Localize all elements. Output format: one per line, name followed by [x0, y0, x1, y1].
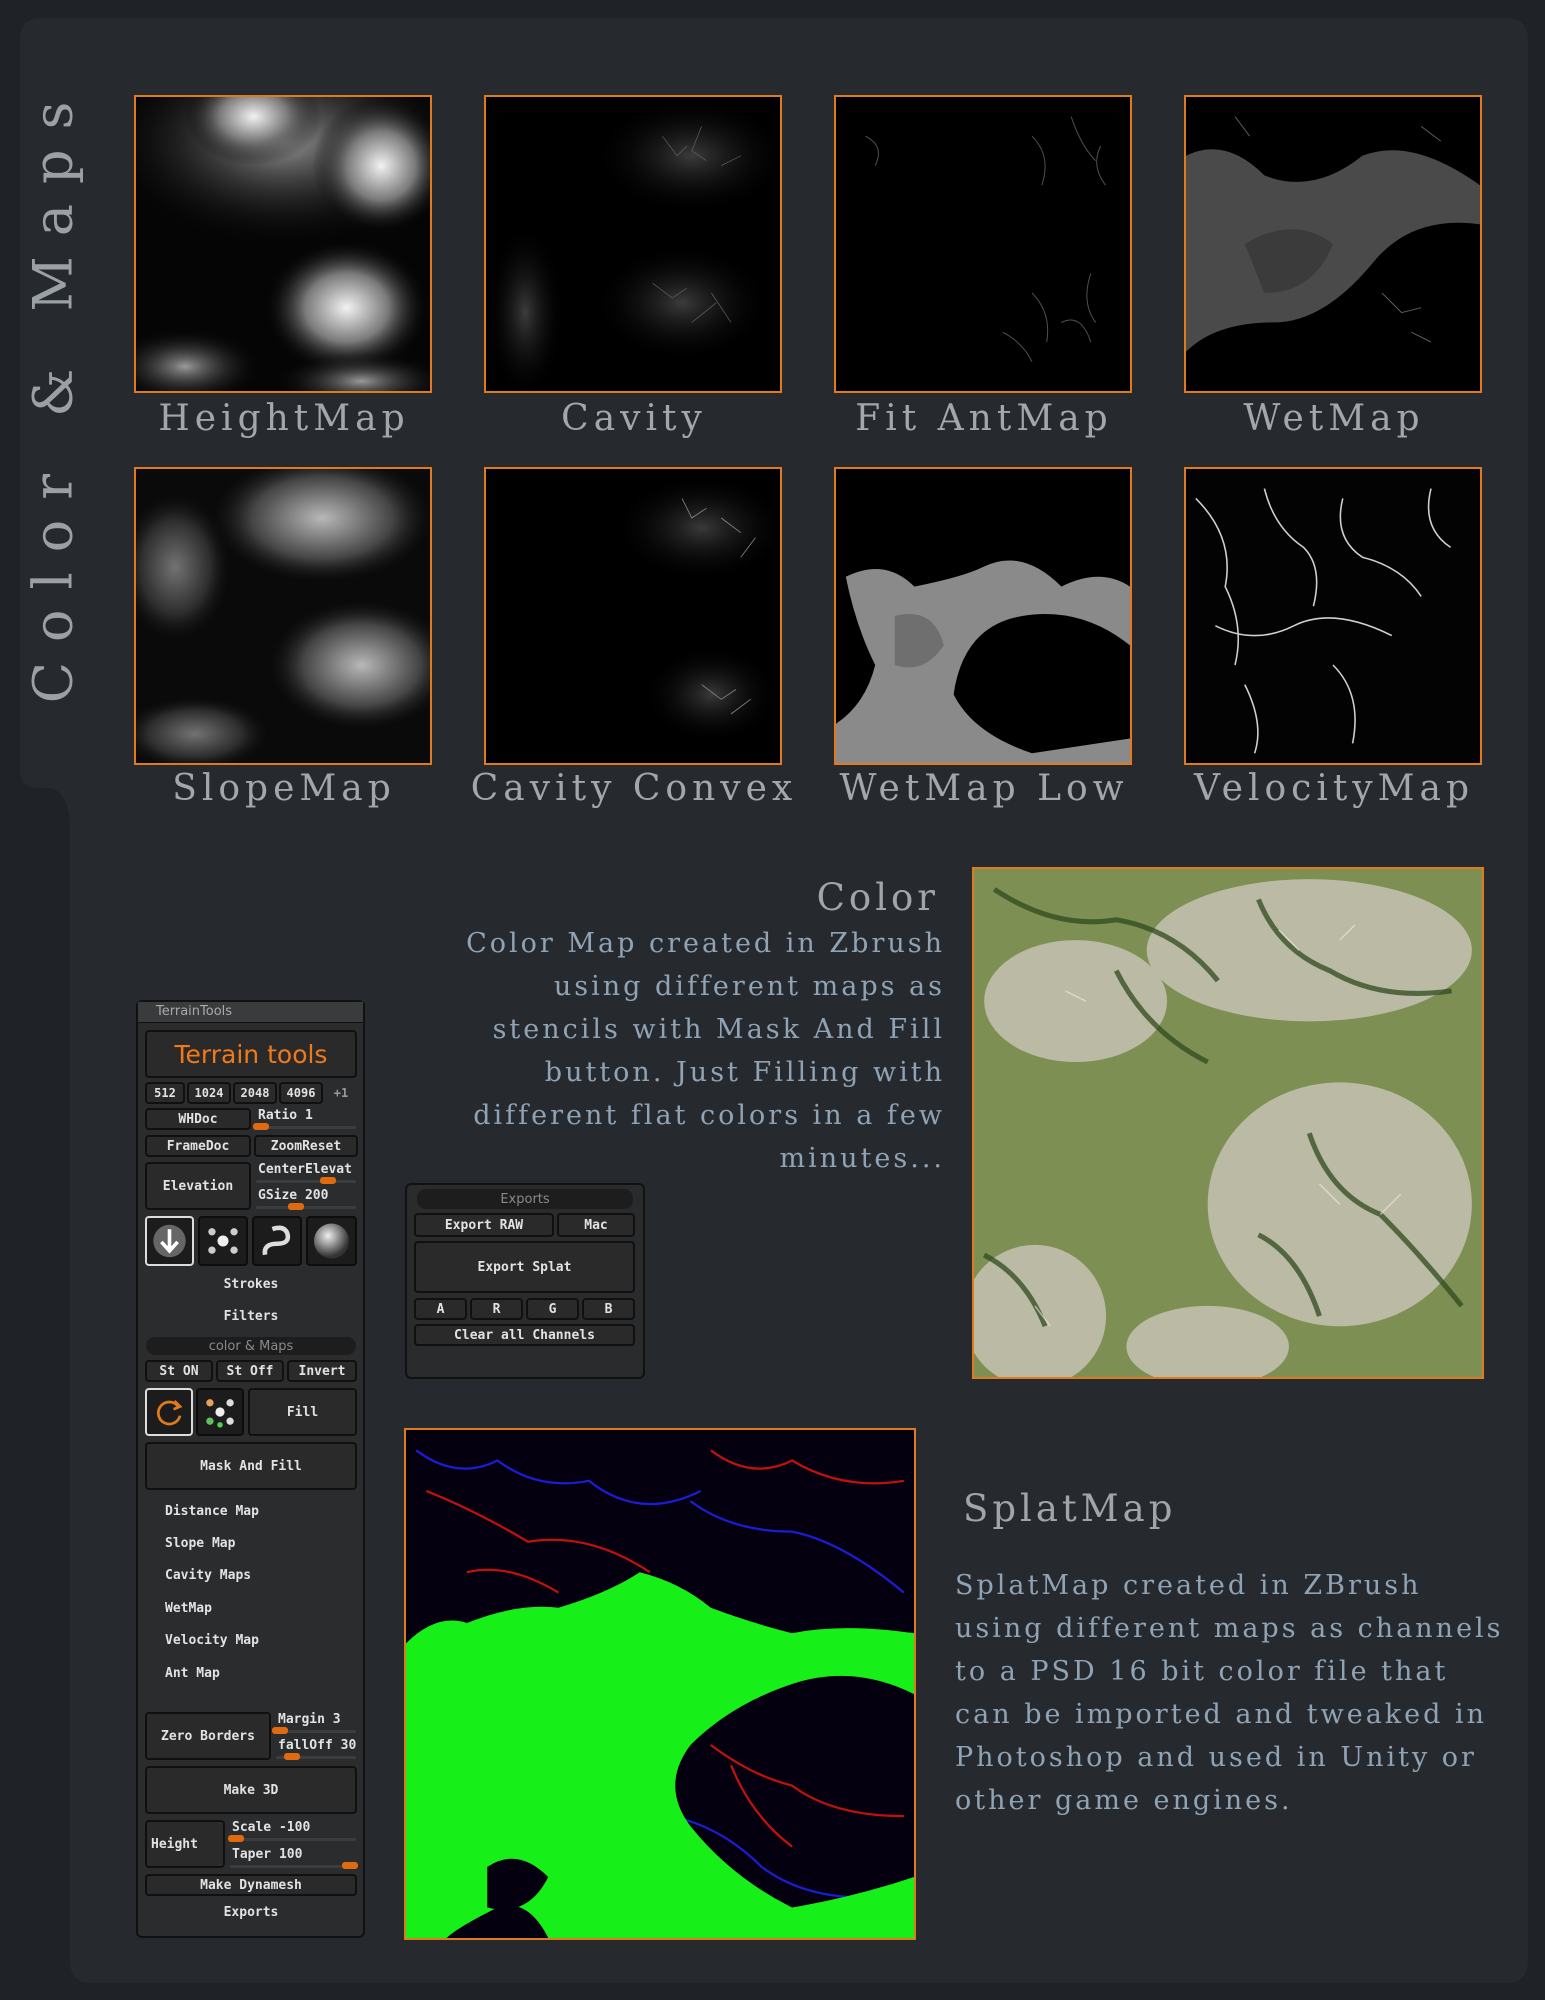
framedoc-button[interactable]: FrameDoc [145, 1135, 251, 1157]
slope-map-item[interactable]: Slope Map [145, 1531, 357, 1555]
velocitymap-image [1184, 467, 1482, 765]
centerelevat-knob[interactable] [320, 1177, 336, 1184]
gsize-label: GSize 200 [258, 1188, 329, 1203]
ratio-track [253, 1123, 356, 1130]
arrow-down-icon[interactable] [145, 1216, 194, 1266]
dots-brush-icon[interactable] [198, 1216, 248, 1266]
panel-header: TerrainTools [138, 1002, 363, 1023]
wetmap-image [1184, 95, 1482, 393]
export-splat-button[interactable]: Export Splat [414, 1241, 635, 1293]
cavity-convex-label: Cavity Convex [470, 768, 798, 809]
ratio-knob[interactable] [253, 1123, 269, 1130]
wetmap-low-label: WetMap Low [839, 768, 1129, 809]
color-description: Color Map created in Zbrush using differ… [466, 928, 945, 1174]
exports-button[interactable]: Exports [145, 1900, 357, 1924]
color-dots-icon[interactable] [196, 1388, 244, 1436]
st-off-button[interactable]: St Off [216, 1360, 284, 1382]
exports-header[interactable]: Exports [417, 1189, 633, 1209]
scale-label: Scale -100 [232, 1820, 311, 1835]
channel-a-button[interactable]: A [414, 1298, 467, 1320]
channel-b-button[interactable]: B [582, 1298, 635, 1320]
strokes-button[interactable]: Strokes [145, 1272, 357, 1296]
scale-slider[interactable]: Scale -100 [228, 1820, 358, 1842]
rotate-icon[interactable] [145, 1388, 193, 1436]
heightmap-label: HeightMap [158, 398, 410, 439]
falloff-label: fallOff 30 [278, 1738, 357, 1753]
zero-borders-button[interactable]: Zero Borders [145, 1712, 271, 1760]
mac-button[interactable]: Mac [557, 1213, 635, 1237]
invert-button[interactable]: Invert [287, 1360, 357, 1382]
taper-label: Taper 100 [232, 1847, 303, 1862]
falloff-track [276, 1753, 356, 1760]
size-512-button[interactable]: 512 [145, 1082, 185, 1104]
fit-antmap-image [834, 95, 1132, 393]
color-maps-header[interactable]: color & Maps [146, 1337, 356, 1355]
exports-panel: Exports Export RAW Mac Export Splat A R … [405, 1183, 645, 1379]
mask-and-fill-button[interactable]: Mask And Fill [145, 1442, 357, 1490]
centerelevat-slider[interactable]: CenterElevat [254, 1162, 358, 1184]
whdoc-button[interactable]: WHDoc [145, 1108, 251, 1130]
sphere-material-icon[interactable] [306, 1216, 357, 1266]
slopemap-label: SlopeMap [172, 768, 396, 809]
color-title: Color [816, 876, 939, 919]
channel-r-button[interactable]: R [470, 1298, 523, 1320]
scale-track [228, 1835, 356, 1842]
fill-button[interactable]: Fill [248, 1388, 357, 1436]
elevation-button[interactable]: Elevation [145, 1162, 251, 1210]
gsize-knob[interactable] [288, 1203, 304, 1210]
channel-g-button[interactable]: G [526, 1298, 579, 1320]
splatmap-image [404, 1428, 916, 1940]
size-1024-button[interactable]: 1024 [187, 1082, 231, 1104]
ratio-slider[interactable]: Ratio 1 [253, 1108, 358, 1130]
margin-track [272, 1727, 356, 1734]
export-raw-button[interactable]: Export RAW [414, 1213, 554, 1237]
slopemap-image [134, 467, 432, 765]
splatmap-description: SplatMap created in ZBrush using differe… [955, 1570, 1504, 1816]
make-3d-button[interactable]: Make 3D [145, 1766, 357, 1814]
zoomreset-button[interactable]: ZoomReset [254, 1135, 358, 1157]
filters-button[interactable]: Filters [145, 1304, 357, 1328]
scale-knob[interactable] [228, 1835, 245, 1842]
ant-map-item[interactable]: Ant Map [145, 1661, 357, 1685]
velocity-map-item[interactable]: Velocity Map [145, 1628, 357, 1652]
ratio-label: Ratio 1 [258, 1108, 313, 1123]
gsize-slider[interactable]: GSize 200 [254, 1188, 358, 1210]
terrain-tools-panel: TerrainTools Terrain tools 512 1024 2048… [136, 1000, 365, 1938]
stroke-curve-icon[interactable] [252, 1216, 302, 1266]
splatmap-title: SplatMap [963, 1487, 1177, 1530]
size-2048-button[interactable]: 2048 [233, 1082, 277, 1104]
wetmap-low-image [834, 467, 1132, 765]
terrain-tools-button[interactable]: Terrain tools [145, 1030, 357, 1078]
st-on-button[interactable]: St ON [145, 1360, 213, 1382]
cavity-maps-item[interactable]: Cavity Maps [145, 1563, 357, 1587]
wetmap-item[interactable]: WetMap [145, 1596, 357, 1620]
size-plus1-button[interactable]: +1 [325, 1082, 357, 1104]
cavity-image [484, 95, 782, 393]
heightmap-image [134, 95, 432, 393]
taper-slider[interactable]: Taper 100 [228, 1847, 358, 1869]
taper-track [230, 1862, 358, 1869]
size-4096-button[interactable]: 4096 [279, 1082, 323, 1104]
taper-knob[interactable] [341, 1862, 358, 1869]
gsize-track [256, 1203, 356, 1210]
cavity-label: Cavity [561, 398, 707, 439]
fit-antmap-label: Fit AntMap [855, 398, 1113, 439]
centerelevat-label: CenterElevat [258, 1162, 352, 1177]
cavity-convex-image [484, 467, 782, 765]
wetmap-label: WetMap [1243, 398, 1425, 439]
falloff-slider[interactable]: fallOff 30 [274, 1738, 358, 1760]
make-dynamesh-button[interactable]: Make Dynamesh [145, 1874, 357, 1896]
centerelevat-track [256, 1177, 356, 1184]
section-title: Color & Maps [21, 81, 85, 703]
margin-knob[interactable] [272, 1727, 288, 1734]
falloff-knob[interactable] [284, 1753, 300, 1760]
margin-label: Margin 3 [278, 1712, 341, 1727]
color-map-image [972, 867, 1484, 1379]
clear-all-channels-button[interactable]: Clear all Channels [414, 1324, 635, 1346]
velocitymap-label: VelocityMap [1193, 768, 1475, 809]
distance-map-item[interactable]: Distance Map [145, 1499, 357, 1523]
margin-slider[interactable]: Margin 3 [272, 1712, 358, 1734]
height-button[interactable]: Height [145, 1820, 225, 1868]
